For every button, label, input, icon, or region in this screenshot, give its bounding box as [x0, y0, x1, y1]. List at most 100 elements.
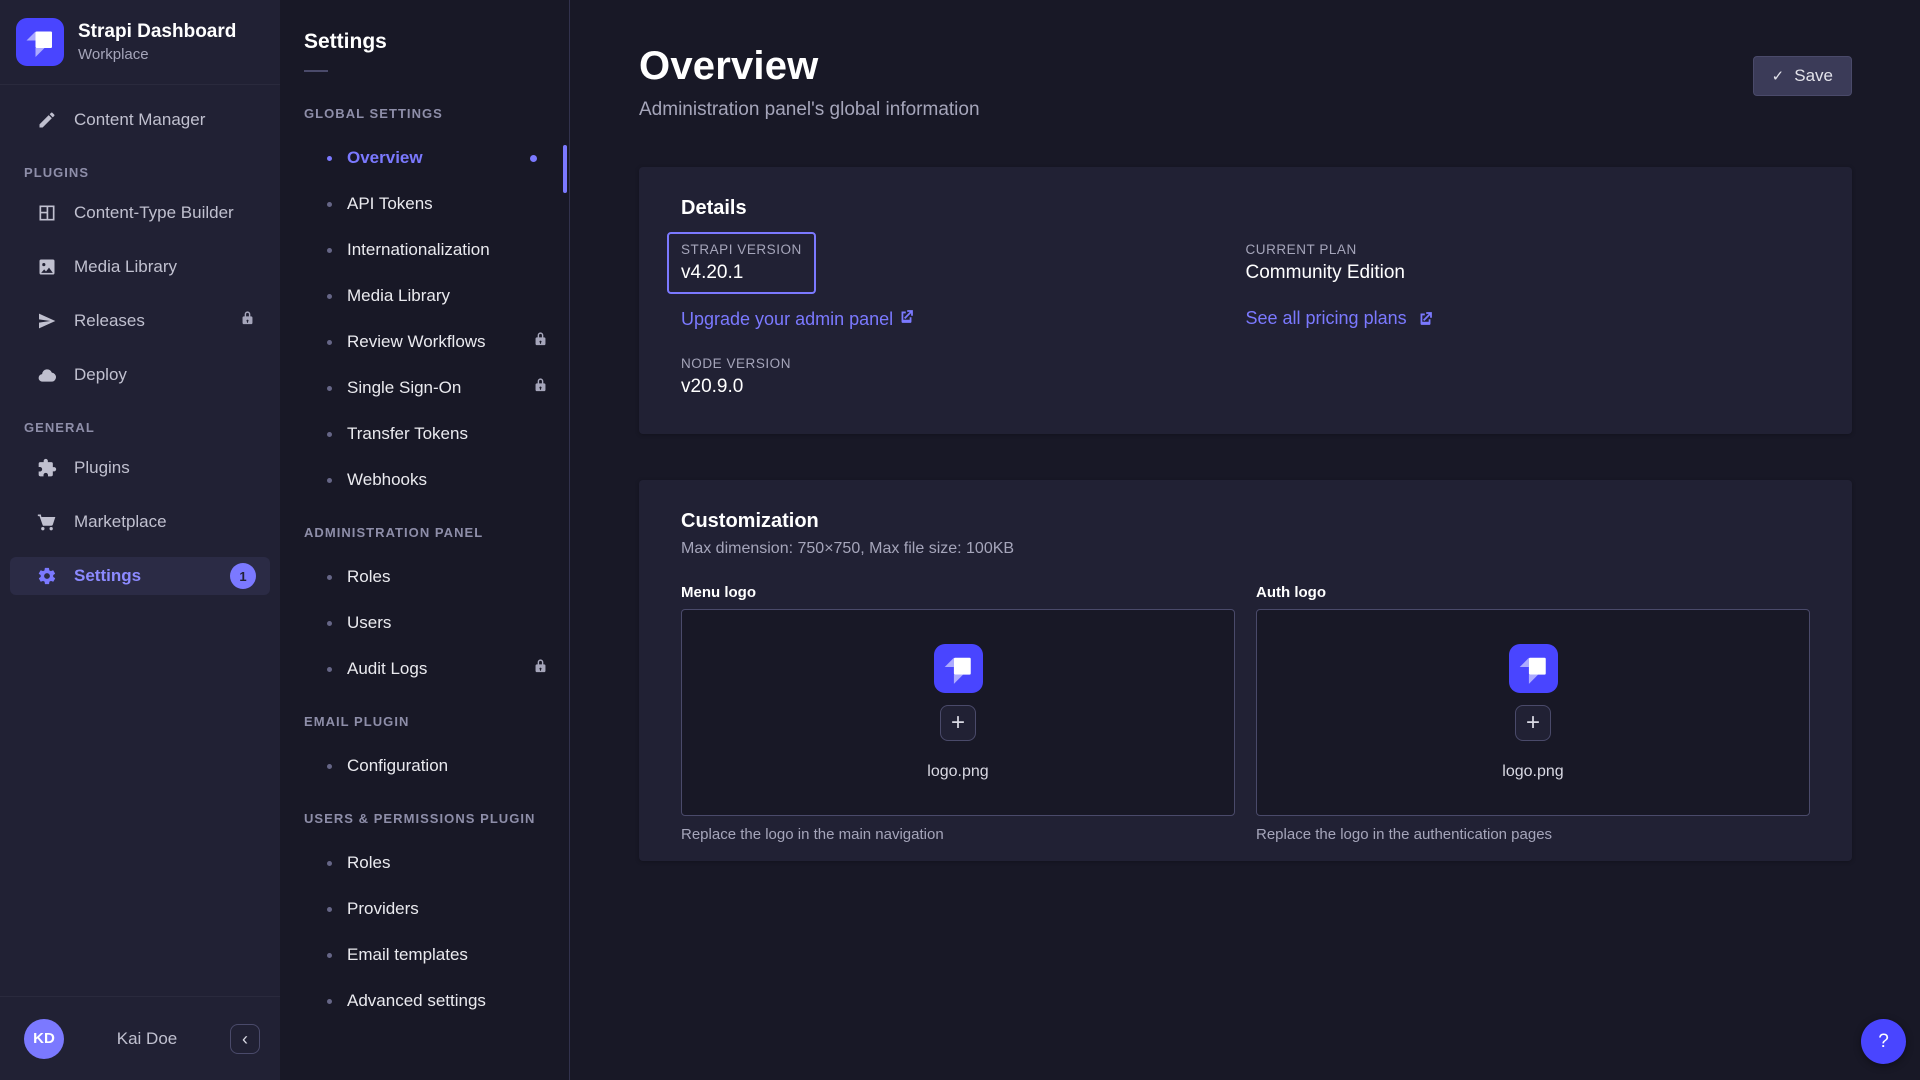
sidebar-item-content-manager[interactable]: Content Manager: [10, 101, 270, 139]
bullet-icon: [327, 667, 332, 672]
subnav-item-internationalization[interactable]: Internationalization: [280, 239, 549, 261]
workspace-title: Strapi Dashboard: [78, 21, 236, 44]
save-button-label: Save: [1794, 66, 1833, 86]
sidebar-item-label: Content-Type Builder: [74, 203, 256, 223]
subnav-item-advanced-settings[interactable]: Advanced settings: [280, 990, 549, 1012]
sidebar-item-media-library[interactable]: Media Library: [10, 248, 270, 286]
subnav-item-review-workflows[interactable]: Review Workflows: [280, 331, 549, 353]
node-version-value: v20.9.0: [681, 376, 1246, 398]
add-menu-logo-button[interactable]: +: [940, 705, 976, 741]
subnav-item-configuration[interactable]: Configuration: [280, 755, 549, 777]
subnav-item-overview[interactable]: Overview: [280, 147, 549, 169]
save-button[interactable]: ✓ Save: [1753, 56, 1852, 96]
bullet-icon: [327, 999, 332, 1004]
menu-logo-section: Menu logo + logo.png Replace the logo in…: [681, 584, 1235, 843]
subnav-item-label: Overview: [347, 148, 530, 168]
bullet-icon: [327, 340, 332, 345]
sidebar-item-marketplace[interactable]: Marketplace: [10, 503, 270, 541]
image-icon: [36, 256, 58, 278]
subnav-item-media-library[interactable]: Media Library: [280, 285, 549, 307]
strapi-logo-icon: [16, 18, 64, 66]
menu-logo-caption: Replace the logo in the main navigation: [681, 826, 1235, 843]
strapi-logo-icon: [934, 644, 983, 693]
collapse-sidebar-button[interactable]: ‹: [230, 1024, 260, 1054]
nav-section-plugins: PLUGINS: [0, 165, 280, 180]
cart-icon: [36, 511, 58, 533]
menu-logo-upload-box[interactable]: + logo.png: [681, 609, 1235, 816]
help-button[interactable]: ?: [1861, 1019, 1906, 1064]
upgrade-admin-panel-link[interactable]: Upgrade your admin panel: [681, 308, 1246, 330]
bullet-icon: [327, 432, 332, 437]
puzzle-icon: [36, 457, 58, 479]
bullet-icon: [327, 764, 332, 769]
subnav-item-roles-up[interactable]: Roles: [280, 852, 549, 874]
customization-title: Customization: [681, 510, 1810, 533]
subnav-item-users[interactable]: Users: [280, 612, 549, 634]
subnav-item-label: Audit Logs: [347, 659, 532, 679]
menu-logo-filename: logo.png: [927, 763, 988, 781]
node-version-field: NODE VERSION v20.9.0: [681, 356, 1246, 398]
subnav-scrollbar-thumb[interactable]: [563, 145, 567, 193]
workspace-subtitle: Workplace: [78, 46, 236, 63]
external-link-icon: [1417, 310, 1434, 327]
question-icon: ?: [1878, 1031, 1889, 1053]
subnav-item-label: Configuration: [347, 756, 549, 776]
details-card: Details STRAPI VERSION v4.20.1 Upgrade y…: [639, 167, 1852, 434]
bullet-icon: [327, 907, 332, 912]
subnav-item-label: Review Workflows: [347, 332, 532, 352]
sidebar-item-deploy[interactable]: Deploy: [10, 356, 270, 394]
subnav-item-single-sign-on[interactable]: Single Sign-On: [280, 377, 549, 399]
strapi-version-field[interactable]: STRAPI VERSION v4.20.1: [667, 232, 816, 294]
sidebar-item-label: Media Library: [74, 257, 256, 277]
subnav-item-audit-logs[interactable]: Audit Logs: [280, 658, 549, 680]
workspace-brand[interactable]: Strapi Dashboard Workplace: [0, 0, 280, 84]
bullet-icon: [327, 156, 332, 161]
upgrade-link-label: Upgrade your admin panel: [681, 309, 893, 329]
details-title: Details: [681, 197, 1810, 220]
add-auth-logo-button[interactable]: +: [1515, 705, 1551, 741]
plus-icon: +: [1526, 711, 1540, 735]
subnav-item-label: Roles: [347, 853, 549, 873]
subnav-item-providers[interactable]: Providers: [280, 898, 549, 920]
page-title: Overview: [639, 44, 1852, 89]
pricing-plans-link[interactable]: See all pricing plans: [1246, 308, 1434, 329]
sidebar-item-plugins[interactable]: Plugins: [10, 449, 270, 487]
check-icon: ✓: [1772, 67, 1785, 85]
bullet-icon: [327, 294, 332, 299]
cloud-icon: [36, 364, 58, 386]
subnav-item-roles-admin[interactable]: Roles: [280, 566, 549, 588]
subnav-item-label: Internationalization: [347, 240, 549, 260]
strapi-version-value: v4.20.1: [681, 262, 802, 284]
auth-logo-upload-box[interactable]: + logo.png: [1256, 609, 1810, 816]
current-plan-value: Community Edition: [1246, 262, 1811, 284]
subnav-item-email-templates[interactable]: Email templates: [280, 944, 549, 966]
gear-icon: [36, 565, 58, 587]
sidebar-item-releases[interactable]: Releases: [10, 302, 270, 340]
bullet-icon: [327, 953, 332, 958]
nav-section-general: GENERAL: [0, 420, 280, 435]
sidebar-item-label: Settings: [74, 566, 230, 586]
details-left-column: STRAPI VERSION v4.20.1 Upgrade your admi…: [681, 232, 1246, 398]
auth-logo-caption: Replace the logo in the authentication p…: [1256, 826, 1810, 843]
subnav-item-label: Transfer Tokens: [347, 424, 549, 444]
bullet-icon: [327, 386, 332, 391]
paper-plane-icon: [36, 310, 58, 332]
subnav-item-label: Providers: [347, 899, 549, 919]
main-sidebar: Strapi Dashboard Workplace Content Manag…: [0, 0, 280, 1080]
sidebar-item-content-type-builder[interactable]: Content-Type Builder: [10, 194, 270, 232]
menu-logo-label: Menu logo: [681, 584, 1235, 601]
auth-logo-label: Auth logo: [1256, 584, 1810, 601]
sidebar-item-label: Releases: [74, 311, 239, 331]
customization-card: Customization Max dimension: 750×750, Ma…: [639, 480, 1852, 861]
subnav-item-label: Webhooks: [347, 470, 549, 490]
subnav-item-api-tokens[interactable]: API Tokens: [280, 193, 549, 215]
sidebar-item-settings[interactable]: Settings 1: [10, 557, 270, 595]
sidebar-item-label: Content Manager: [74, 110, 256, 130]
page-header: Overview Administration panel's global i…: [639, 44, 1852, 121]
subnav-item-label: Advanced settings: [347, 991, 549, 1011]
avatar[interactable]: KD: [24, 1019, 64, 1059]
subnav-title: Settings: [280, 30, 569, 54]
subnav-item-transfer-tokens[interactable]: Transfer Tokens: [280, 423, 549, 445]
bullet-icon: [327, 575, 332, 580]
subnav-item-webhooks[interactable]: Webhooks: [280, 469, 549, 491]
